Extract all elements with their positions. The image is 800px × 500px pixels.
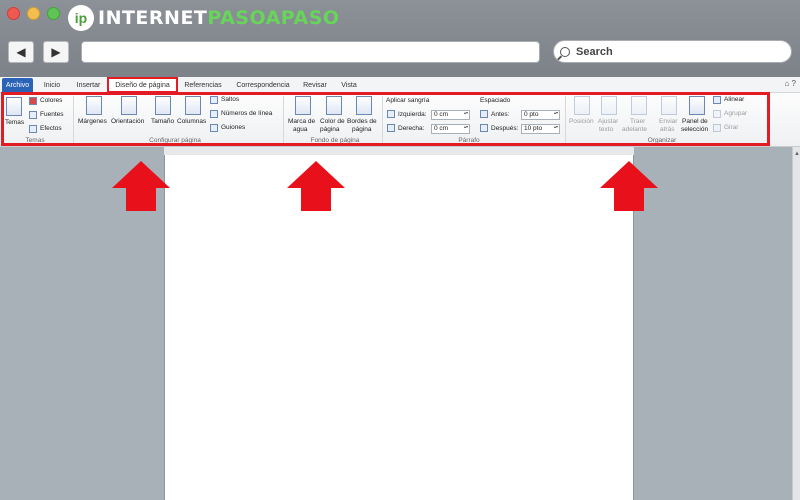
- vertical-scrollbar[interactable]: ▲: [792, 147, 800, 500]
- tab-revisar[interactable]: Revisar: [300, 78, 330, 92]
- page-top-margin: [164, 147, 634, 155]
- brand-logo-letter: ip: [74, 10, 88, 26]
- ribbon-tab-bar: Archivo Inicio Insertar Diseño de página…: [0, 77, 800, 93]
- annotation-arrow-configurar-pagina: [112, 161, 170, 211]
- search-field[interactable]: Search: [553, 40, 792, 63]
- tab-insertar[interactable]: Insertar: [72, 78, 105, 92]
- browser-chrome: ip INTERNETPASOAPASO ◀ ▶ Search: [0, 0, 800, 77]
- annotation-arrow-fondo-pagina: [287, 161, 345, 211]
- brand-text: INTERNETPASOAPASO: [98, 7, 340, 29]
- brand-logo-icon: ip: [68, 5, 94, 31]
- tab-referencias[interactable]: Referencias: [182, 78, 224, 92]
- back-arrow-icon: ◀: [16, 45, 26, 59]
- forward-button[interactable]: ▶: [43, 41, 69, 63]
- search-label: Search: [576, 45, 613, 58]
- scroll-up-icon[interactable]: ▲: [793, 151, 800, 157]
- tab-correspondencia[interactable]: Correspondencia: [233, 78, 293, 92]
- annotation-arrow-organizar: [600, 161, 658, 211]
- forward-arrow-icon: ▶: [51, 45, 61, 59]
- window-zoom-button[interactable]: [47, 7, 60, 20]
- ribbon-window-icons: ⌂ ?: [784, 79, 796, 88]
- brand-logo: ip INTERNETPASOAPASO: [68, 4, 340, 32]
- tab-inicio[interactable]: Inicio: [38, 78, 66, 92]
- back-button[interactable]: ◀: [8, 41, 34, 63]
- tab-archivo[interactable]: Archivo: [2, 78, 33, 92]
- window-close-button[interactable]: [7, 7, 20, 20]
- address-bar[interactable]: [81, 41, 540, 63]
- search-icon: [560, 46, 570, 57]
- window-minimize-button[interactable]: [27, 7, 40, 20]
- brand-prefix: INTERNET: [98, 7, 208, 29]
- tab-diseno-pagina[interactable]: Diseño de página: [107, 77, 178, 93]
- tab-vista[interactable]: Vista: [337, 78, 361, 92]
- ribbon-highlight-box: [1, 92, 770, 146]
- document-page[interactable]: [164, 147, 634, 500]
- brand-highlight: PASOAPASO: [207, 7, 340, 29]
